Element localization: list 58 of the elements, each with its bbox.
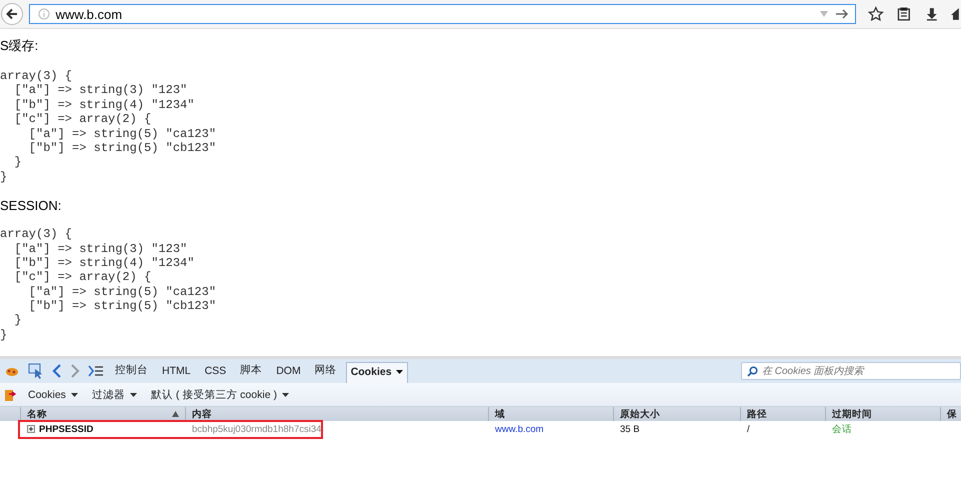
dump-line: ["a"] => string(5) "ca123" [28, 126, 218, 141]
column-header[interactable]: 保 [947, 408, 957, 420]
table-cell: PHPSESSID [39, 424, 94, 434]
dump-line: ["b"] => string(5) "cb123" [28, 299, 218, 314]
expand-icon[interactable] [27, 425, 35, 433]
column-header[interactable]: 名称 [27, 408, 47, 420]
table-cell: / [747, 424, 750, 434]
table-cell: bcbhp5kuj030rmdb1h8h7csi34 [192, 424, 322, 434]
inspect-icon[interactable] [28, 363, 44, 379]
table-cell: www.b.com [495, 424, 544, 434]
sort-icon[interactable] [172, 411, 179, 417]
dump-line: } [13, 155, 23, 170]
dump-line: ["b"] => string(5) "cb123" [28, 140, 218, 156]
panel-tab[interactable]: DOM [271, 361, 306, 383]
caret-icon [130, 392, 137, 396]
dump-line: ["a"] => string(3) "123" [13, 83, 188, 98]
panel-tab[interactable]: CSS [200, 361, 232, 383]
info-icon [38, 8, 50, 20]
dump-line: ["a"] => string(3) "123" [13, 242, 188, 256]
panel-tab[interactable]: 网络 [310, 359, 342, 383]
go-icon[interactable] [835, 8, 850, 20]
dump-line: ["a"] => string(5) "ca123" [28, 284, 218, 300]
dump-line: ["b"] => string(4) "1234" [13, 98, 196, 112]
table-cell: 35 B [620, 424, 640, 434]
column-header[interactable]: 内容 [192, 408, 212, 420]
command-line-icon[interactable] [88, 365, 104, 377]
panel-tab[interactable]: 脚本 [235, 359, 268, 383]
back-arrow-icon [4, 7, 19, 21]
table-cell: 会话 [832, 422, 852, 436]
dump-line: array(3) { [0, 69, 74, 84]
menu-button[interactable]: Cookies [24, 386, 82, 402]
dump-line: ["c"] => array(2) { [13, 270, 152, 285]
panel-tab[interactable]: 控制台 [110, 359, 153, 383]
menu-button[interactable]: 默认 ( 接受第三方 cookie ) [146, 386, 293, 404]
dump-line: } [0, 170, 8, 184]
menu-button[interactable]: 过滤器 [88, 386, 141, 404]
panel-tab[interactable]: HTML [157, 361, 196, 383]
dump-line: } [0, 328, 8, 342]
search-box[interactable]: 在 Cookies 面板内搜索 [741, 362, 961, 380]
dump-line: ["b"] => string(4) "1234" [13, 256, 196, 270]
caret-icon [70, 392, 78, 396]
column-header[interactable]: 域 [495, 408, 505, 420]
address-field[interactable]: www.b.com [28, 4, 856, 24]
section-heading: SESSION: [0, 198, 62, 214]
dump-line: ["c"] => array(2) { [13, 112, 152, 127]
clipboard-icon[interactable] [896, 6, 912, 22]
caret-icon [396, 370, 403, 374]
column-header[interactable]: 原始大小 [620, 408, 660, 420]
search-icon [747, 366, 758, 376]
section-heading: S缓存: [0, 37, 40, 55]
panel-tab[interactable]: Cookies [346, 362, 408, 383]
dump-line: array(3) { [0, 227, 74, 242]
star-icon[interactable] [868, 6, 884, 22]
caret-icon [282, 392, 289, 396]
back-button[interactable] [1, 3, 23, 25]
column-header[interactable]: 路径 [747, 408, 767, 420]
dump-line: } [13, 313, 23, 328]
column-header[interactable]: 过期时间 [832, 408, 872, 420]
